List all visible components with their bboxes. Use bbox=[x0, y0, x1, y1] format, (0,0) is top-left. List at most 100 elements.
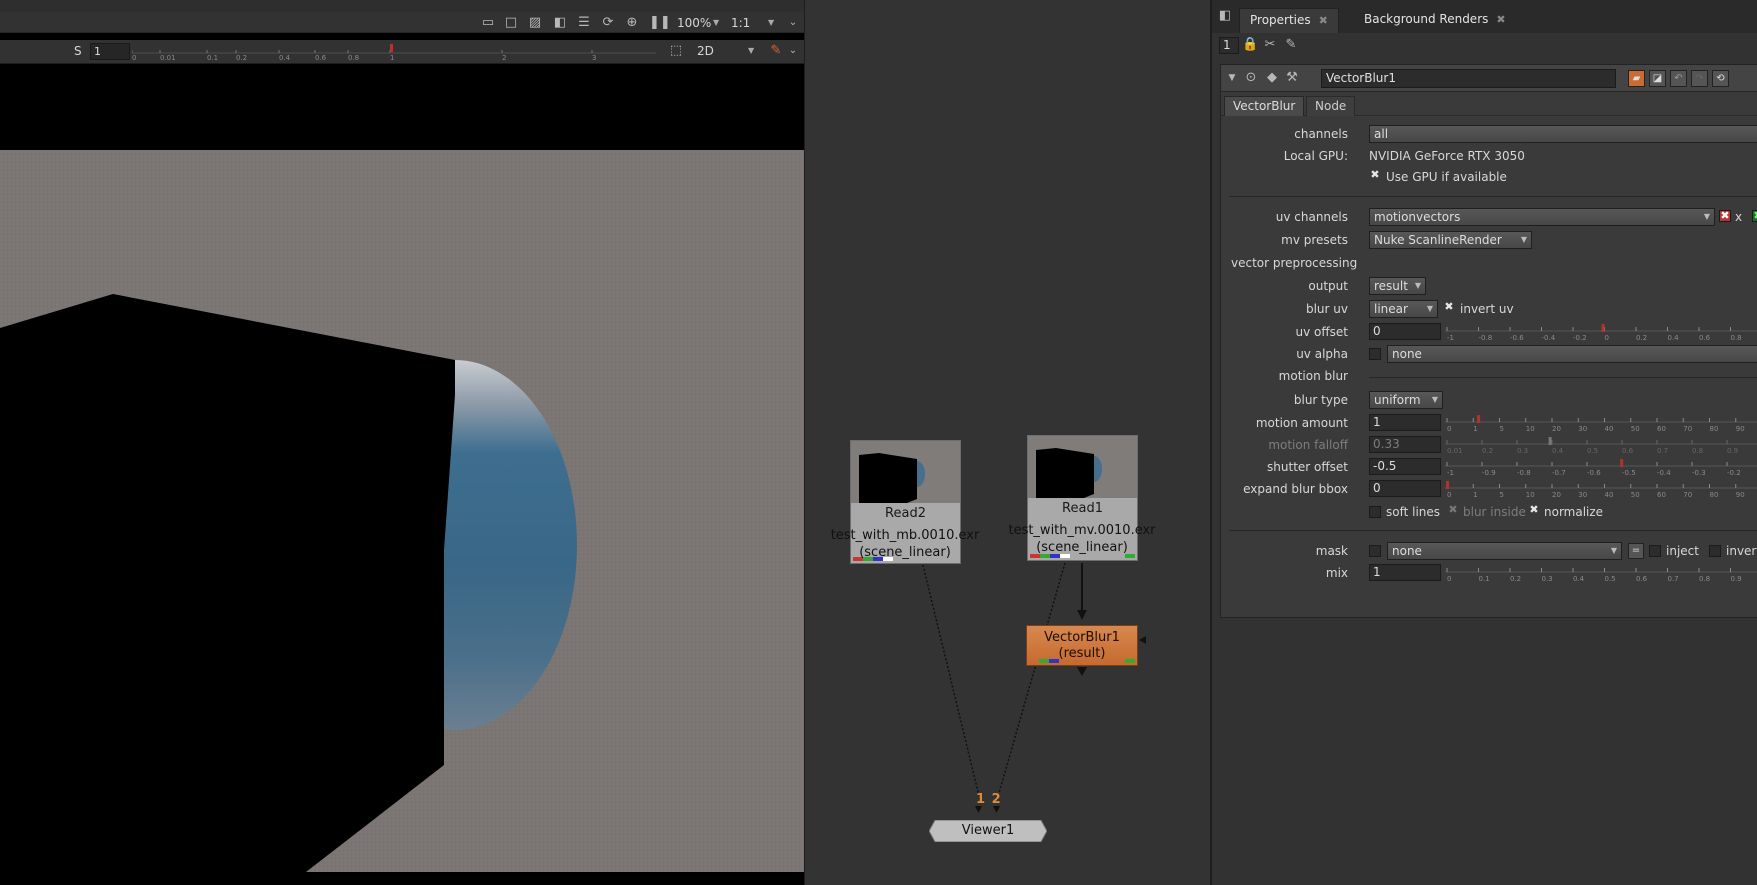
blur-inside-checkbox[interactable]: ✖ bbox=[1447, 504, 1459, 517]
slider-handle[interactable] bbox=[1446, 481, 1449, 489]
frame-icon[interactable]: □ bbox=[503, 15, 519, 31]
viewer1-node[interactable]: Viewer1 bbox=[929, 820, 1047, 842]
uv-channel-y-toggle[interactable]: ✖ bbox=[1752, 210, 1757, 222]
inject-checkbox[interactable] bbox=[1649, 545, 1661, 557]
lock-icon[interactable]: 🔒 bbox=[1242, 37, 1258, 53]
chevron-down-icon[interactable]: ⌄ bbox=[785, 15, 801, 31]
normalize-checkbox[interactable]: ✖ bbox=[1528, 504, 1540, 517]
slider-handle[interactable] bbox=[1601, 324, 1605, 332]
slider-tick-label: -1 bbox=[1447, 334, 1454, 341]
blur-uv-dropdown[interactable]: linear ▼ bbox=[1369, 300, 1438, 318]
list-icon[interactable]: ☰ bbox=[576, 15, 592, 31]
undo-icon[interactable]: ↶ bbox=[1670, 70, 1687, 87]
mask-label: mask bbox=[1315, 544, 1348, 558]
vectorblur-title: VectorBlur1 bbox=[1044, 630, 1120, 645]
mix-input[interactable]: 1 bbox=[1369, 564, 1441, 581]
font-color-button[interactable]: ◪ bbox=[1649, 70, 1666, 87]
slider-handle[interactable] bbox=[1477, 415, 1481, 423]
blur-type-dropdown[interactable]: uniform ▼ bbox=[1369, 391, 1443, 409]
view-mode-dropdown[interactable]: 2D bbox=[697, 43, 714, 59]
mix-slider[interactable]: 0 0.1 0.2 0.3 0.4 0.5 0.6 0.7 0.8 0.9 bbox=[1445, 564, 1757, 582]
mask-checkbox[interactable] bbox=[1369, 545, 1381, 557]
mv-presets-label: mv presets bbox=[1281, 233, 1348, 247]
target-icon[interactable]: ⊕ bbox=[624, 15, 640, 31]
close-icon-2[interactable]: ✖ bbox=[1496, 13, 1505, 26]
channel-mv-bar bbox=[1125, 659, 1135, 663]
chevron-down-icon-2[interactable]: ⌄ bbox=[785, 43, 801, 59]
slider-tick-label: 80 bbox=[1710, 491, 1719, 498]
slider-handle[interactable] bbox=[1548, 437, 1552, 445]
overlay-icon[interactable]: ◧ bbox=[552, 15, 568, 31]
wrench-icon[interactable]: ⚒ bbox=[1284, 70, 1300, 86]
viewer-input-icon[interactable]: ◆ bbox=[1264, 70, 1280, 86]
close-icon[interactable]: ✖ bbox=[1319, 14, 1328, 27]
channel-blue-bar bbox=[1049, 659, 1059, 663]
node-header: ▼ ⊙ ◆ ⚒ VectorBlur1 ▰ ◪ ↶ ↷ ⟲ bbox=[1221, 65, 1757, 92]
motion-falloff-slider[interactable]: 0.01 0.2 0.3 0.4 0.5 0.6 0.7 0.8 0.9 bbox=[1445, 436, 1757, 454]
read1-colorspace: (scene_linear) bbox=[1036, 540, 1128, 555]
viewer-canvas[interactable] bbox=[0, 150, 804, 872]
slider-tick-label: -0.9 bbox=[1482, 469, 1496, 476]
node-graph[interactable]: Read2 test_with_mb.0010.exr (scene_linea… bbox=[804, 0, 1210, 885]
timeline-tick-label: 0.01 bbox=[160, 54, 176, 61]
motion-amount-slider[interactable]: 0 1 5 10 20 30 40 50 60 70 80 90 bbox=[1445, 414, 1757, 432]
tab-node[interactable]: Node bbox=[1306, 96, 1356, 116]
shutter-offset-slider[interactable]: -1 -0.9 -0.8 -0.7 -0.6 -0.5 -0.4 -0.3 -0.2 bbox=[1445, 458, 1757, 476]
slider-tick-label: 60 bbox=[1657, 425, 1666, 432]
tab-background-renders[interactable]: Background Renders ✖ bbox=[1354, 8, 1516, 33]
collapse-arrow-icon[interactable]: ▼ bbox=[1224, 70, 1240, 86]
expand-blur-bbox-slider[interactable]: 0 1 5 10 20 30 40 50 60 70 80 90 bbox=[1445, 480, 1757, 498]
use-gpu-checkbox[interactable]: ✖ bbox=[1369, 169, 1381, 182]
mask-dropdown[interactable]: none ▼ bbox=[1387, 542, 1622, 560]
refresh-icon[interactable]: ⟳ bbox=[600, 15, 616, 31]
uv-offset-input[interactable]: 0 bbox=[1369, 323, 1441, 340]
gain-slider[interactable]: 0 0.01 0.1 0.2 0.4 0.6 0.8 1 2 3 bbox=[132, 43, 658, 61]
shutter-offset-input[interactable]: -0.5 bbox=[1369, 458, 1441, 475]
read1-filename: test_with_mv.0010.exr bbox=[1008, 523, 1156, 538]
motion-amount-input[interactable]: 1 bbox=[1369, 414, 1441, 431]
invert-mask-checkbox[interactable] bbox=[1709, 545, 1721, 557]
revert-icon[interactable]: ⟲ bbox=[1712, 70, 1729, 87]
slider-handle[interactable] bbox=[1620, 459, 1624, 467]
node-color-button[interactable]: ▰ bbox=[1628, 70, 1645, 87]
vector-preprocessing-heading: vector preprocessing bbox=[1231, 256, 1358, 270]
proxy-dropdown[interactable]: 1:1 bbox=[731, 15, 750, 31]
tab-properties[interactable]: Properties ✖ bbox=[1239, 8, 1339, 33]
uv-channels-dropdown[interactable]: motionvectors ▼ bbox=[1369, 208, 1715, 226]
max-panels-input[interactable]: 1 bbox=[1219, 37, 1239, 54]
uv-channel-remove-button[interactable]: ✖ bbox=[1719, 210, 1731, 222]
zoom-dropdown[interactable]: 100% bbox=[677, 15, 711, 31]
vectorblur-node[interactable]: VectorBlur1 (result) bbox=[1026, 625, 1138, 666]
mask-value: none bbox=[1392, 544, 1422, 558]
uv-offset-slider[interactable]: -1 -0.8 -0.6 -0.4 -0.2 0 0.2 0.4 0.6 0.8 bbox=[1445, 323, 1757, 341]
mask-channel-button[interactable]: = bbox=[1628, 543, 1644, 559]
paint-icon[interactable]: ✎ bbox=[768, 43, 784, 59]
roi-select-icon[interactable]: ⬚ bbox=[668, 43, 684, 59]
gain-slider-handle[interactable] bbox=[390, 44, 393, 52]
frame-input[interactable]: 1 bbox=[90, 43, 130, 60]
invert-uv-checkbox[interactable]: ✖ bbox=[1443, 301, 1455, 314]
mv-presets-dropdown[interactable]: Nuke ScanlineRender ▼ bbox=[1369, 231, 1532, 249]
slider-tick-label: 20 bbox=[1552, 491, 1561, 498]
uv-alpha-dropdown[interactable]: none bbox=[1387, 345, 1757, 363]
soft-lines-checkbox[interactable] bbox=[1369, 506, 1381, 518]
center-node-icon[interactable]: ⊙ bbox=[1243, 70, 1259, 86]
uv-alpha-label: uv alpha bbox=[1296, 347, 1348, 361]
wipe-icon[interactable]: ▨ bbox=[527, 15, 543, 31]
roi-icon[interactable]: ▭ bbox=[480, 15, 496, 31]
tab-vectorblur[interactable]: VectorBlur bbox=[1224, 96, 1305, 116]
redo-icon[interactable]: ↷ bbox=[1691, 70, 1708, 87]
motion-falloff-input[interactable]: 0.33 bbox=[1369, 436, 1441, 453]
pause-icon[interactable]: ❚❚ bbox=[649, 15, 671, 31]
channels-dropdown[interactable]: all bbox=[1369, 125, 1757, 143]
pane-menu-icon[interactable]: ◧ bbox=[1217, 8, 1233, 24]
slider-tick-label: 0 bbox=[1605, 334, 1609, 341]
node-name-input[interactable]: VectorBlur1 bbox=[1321, 69, 1616, 88]
float-icon[interactable]: ✂ bbox=[1262, 37, 1278, 53]
expand-blur-bbox-input[interactable]: 0 bbox=[1369, 480, 1441, 497]
output-dropdown[interactable]: result ▼ bbox=[1369, 277, 1426, 295]
timeline-tick-label: 0.2 bbox=[236, 54, 247, 61]
pencil-icon[interactable]: ✎ bbox=[1283, 37, 1299, 53]
uv-alpha-checkbox[interactable] bbox=[1369, 348, 1381, 360]
use-gpu-label: Use GPU if available bbox=[1386, 170, 1507, 184]
